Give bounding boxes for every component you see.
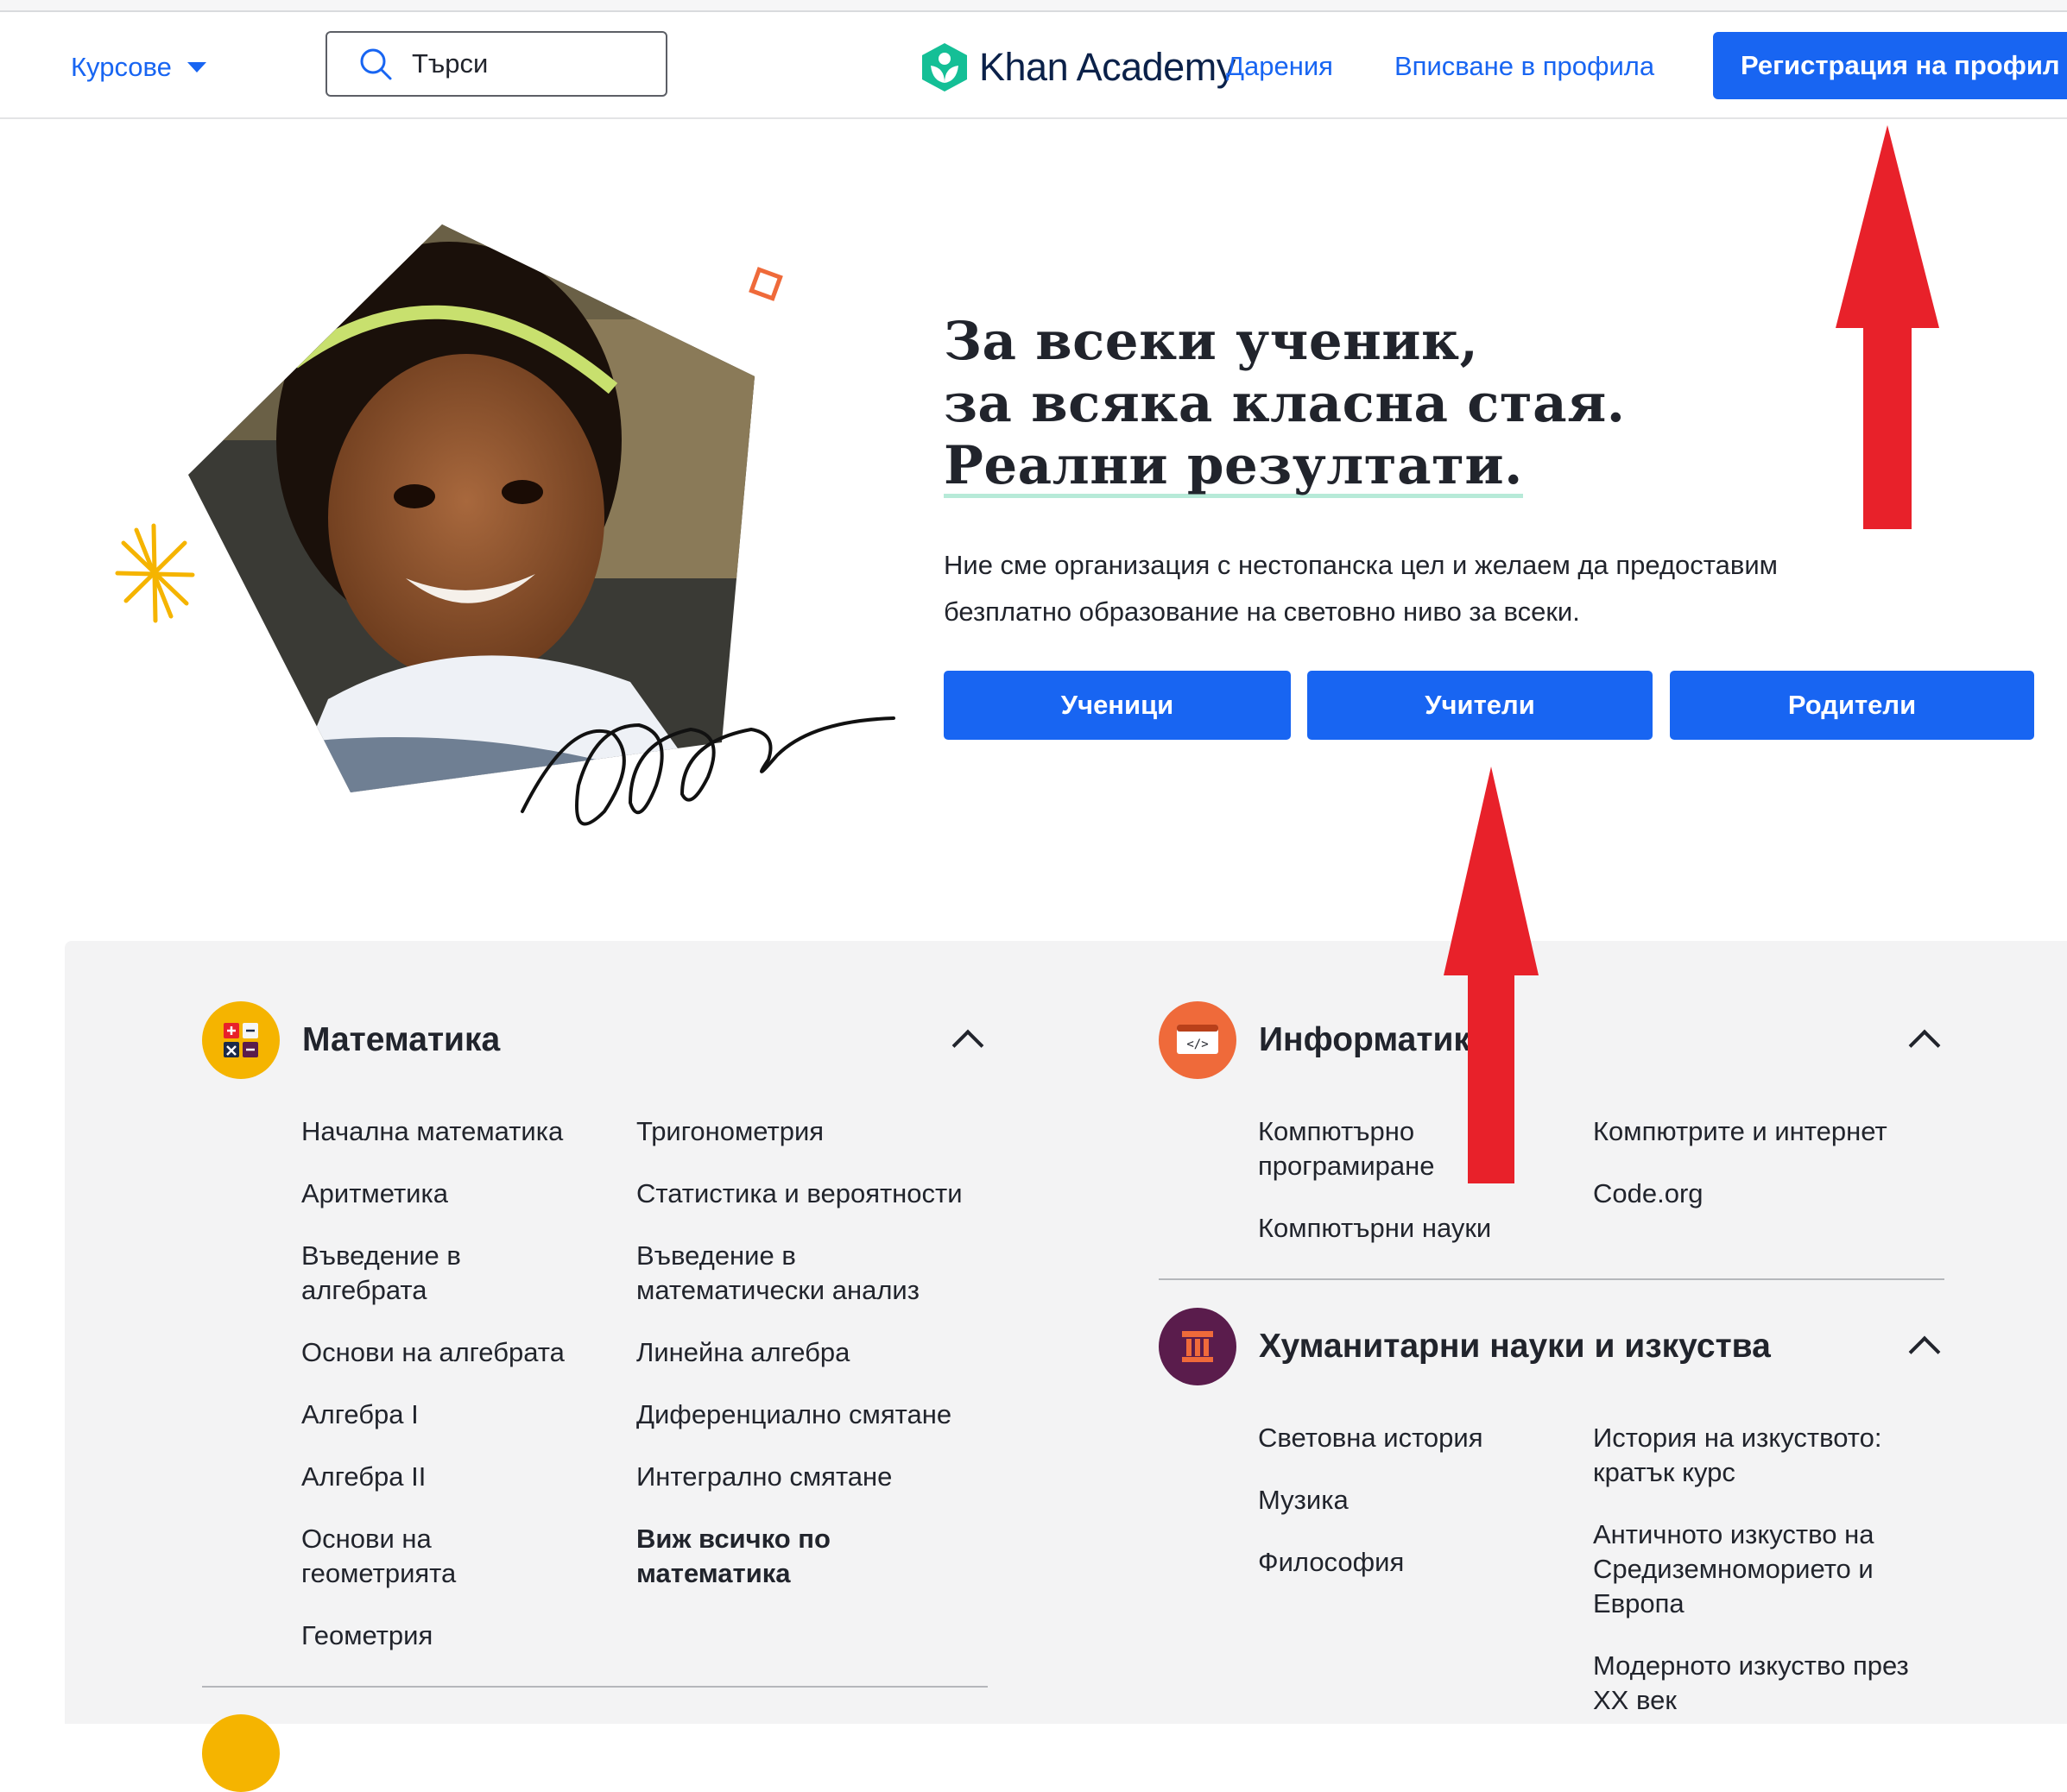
logo-text: Khan Academy	[979, 45, 1236, 89]
orange-diamond-decoration	[749, 267, 783, 301]
calculator-icon	[202, 1001, 280, 1079]
computing-link[interactable]: Компютърни науки	[1258, 1211, 1491, 1246]
caret-down-icon	[186, 62, 206, 73]
computing-link[interactable]: Code.org	[1593, 1177, 1704, 1211]
learners-button[interactable]: Ученици	[944, 671, 1291, 740]
computing-section-header[interactable]: </> Информатика	[1159, 1001, 1489, 1079]
math-link[interactable]: Алгебра II	[301, 1460, 426, 1494]
courses-label: Курсове	[71, 52, 172, 82]
math-link[interactable]: Статистика и вероятности	[636, 1177, 963, 1211]
humanities-section-header[interactable]: Хуманитарни науки и изкуства	[1159, 1308, 1771, 1385]
parents-button[interactable]: Родители	[1670, 671, 2034, 740]
annotation-arrow-up	[1444, 767, 1539, 1183]
math-link[interactable]: Въведение в математически анализ	[636, 1239, 964, 1308]
black-scribble-decoration	[521, 716, 895, 826]
annotation-arrow-up	[1836, 125, 1939, 529]
math-title: Математика	[302, 1021, 501, 1058]
math-link[interactable]: Геометрия	[301, 1618, 433, 1653]
math-link[interactable]: Начална математика	[301, 1114, 563, 1149]
svg-text:</>: </>	[1186, 1038, 1208, 1051]
hero-title-line2: за всяка класна стая.	[944, 373, 1626, 434]
hero-desc-line2: безплатно образование на световно ниво з…	[944, 596, 1580, 627]
humanities-link[interactable]: Модерното изкуство през XX век	[1593, 1649, 1938, 1718]
humanities-title: Хуманитарни науки и изкуства	[1259, 1328, 1771, 1365]
humanities-link[interactable]: История на изкуството: кратък курс	[1593, 1421, 1921, 1490]
search-box[interactable]	[326, 31, 667, 97]
code-window-icon: </>	[1159, 1001, 1236, 1079]
browser-top-edge	[0, 0, 2067, 12]
see-all-math-link[interactable]: Виж всичко по математика	[636, 1522, 895, 1591]
signup-button[interactable]: Регистрация на профил	[1713, 32, 2067, 99]
search-icon	[360, 48, 392, 80]
khan-academy-logo[interactable]: Khan Academy	[920, 41, 1236, 93]
computing-link[interactable]: Компютрите и интернет	[1593, 1114, 1887, 1149]
humanities-link[interactable]: Античното изкуство на Средиземноморието …	[1593, 1518, 1904, 1621]
column-icon	[1159, 1308, 1236, 1385]
math-link[interactable]: Аритметика	[301, 1177, 448, 1211]
math-link[interactable]: Основи на геометрията	[301, 1522, 560, 1591]
computing-divider	[1159, 1278, 1944, 1280]
math-link[interactable]: Тригонометрия	[636, 1114, 824, 1149]
search-input[interactable]	[410, 47, 629, 80]
khan-academy-logo-icon	[922, 43, 967, 91]
math-link[interactable]: Линейна алгебра	[636, 1335, 850, 1370]
math-link[interactable]: Основи на алгебрата	[301, 1335, 565, 1370]
top-navbar: Курсове Khan Academy Дарения Вписване в …	[0, 12, 2067, 119]
math-divider	[202, 1686, 988, 1688]
math-section-header[interactable]: Математика	[202, 1001, 500, 1079]
hero-desc-line1: Ние сме организация с нестопанска цел и …	[944, 550, 1778, 580]
humanities-link[interactable]: Световна история	[1258, 1421, 1483, 1455]
courses-menu-button[interactable]: Курсове	[71, 47, 206, 88]
math-link[interactable]: Въведение в алгебрата	[301, 1239, 560, 1308]
math-link[interactable]: Интегрално смятане	[636, 1460, 892, 1494]
next-section-icon	[202, 1714, 280, 1792]
hero-description: Ние сме организация с нестопанска цел и …	[944, 542, 1807, 635]
hero-headline: За всеки ученик, за всяка класна стая. Р…	[944, 311, 1626, 498]
math-link[interactable]: Алгебра I	[301, 1398, 419, 1432]
humanities-link[interactable]: Философия	[1258, 1545, 1404, 1580]
donate-link[interactable]: Дарения	[1226, 47, 1333, 86]
humanities-link[interactable]: Музика	[1258, 1483, 1349, 1518]
math-link[interactable]: Диференциално смятане	[636, 1398, 951, 1432]
teachers-button[interactable]: Учители	[1307, 671, 1653, 740]
login-link[interactable]: Вписване в профила	[1394, 47, 1654, 86]
hero-title-line1: За всеки ученик,	[944, 311, 1479, 372]
yellow-sparkle-decoration	[115, 523, 195, 623]
hero-title-line3: Реални резултати.	[944, 435, 1523, 498]
